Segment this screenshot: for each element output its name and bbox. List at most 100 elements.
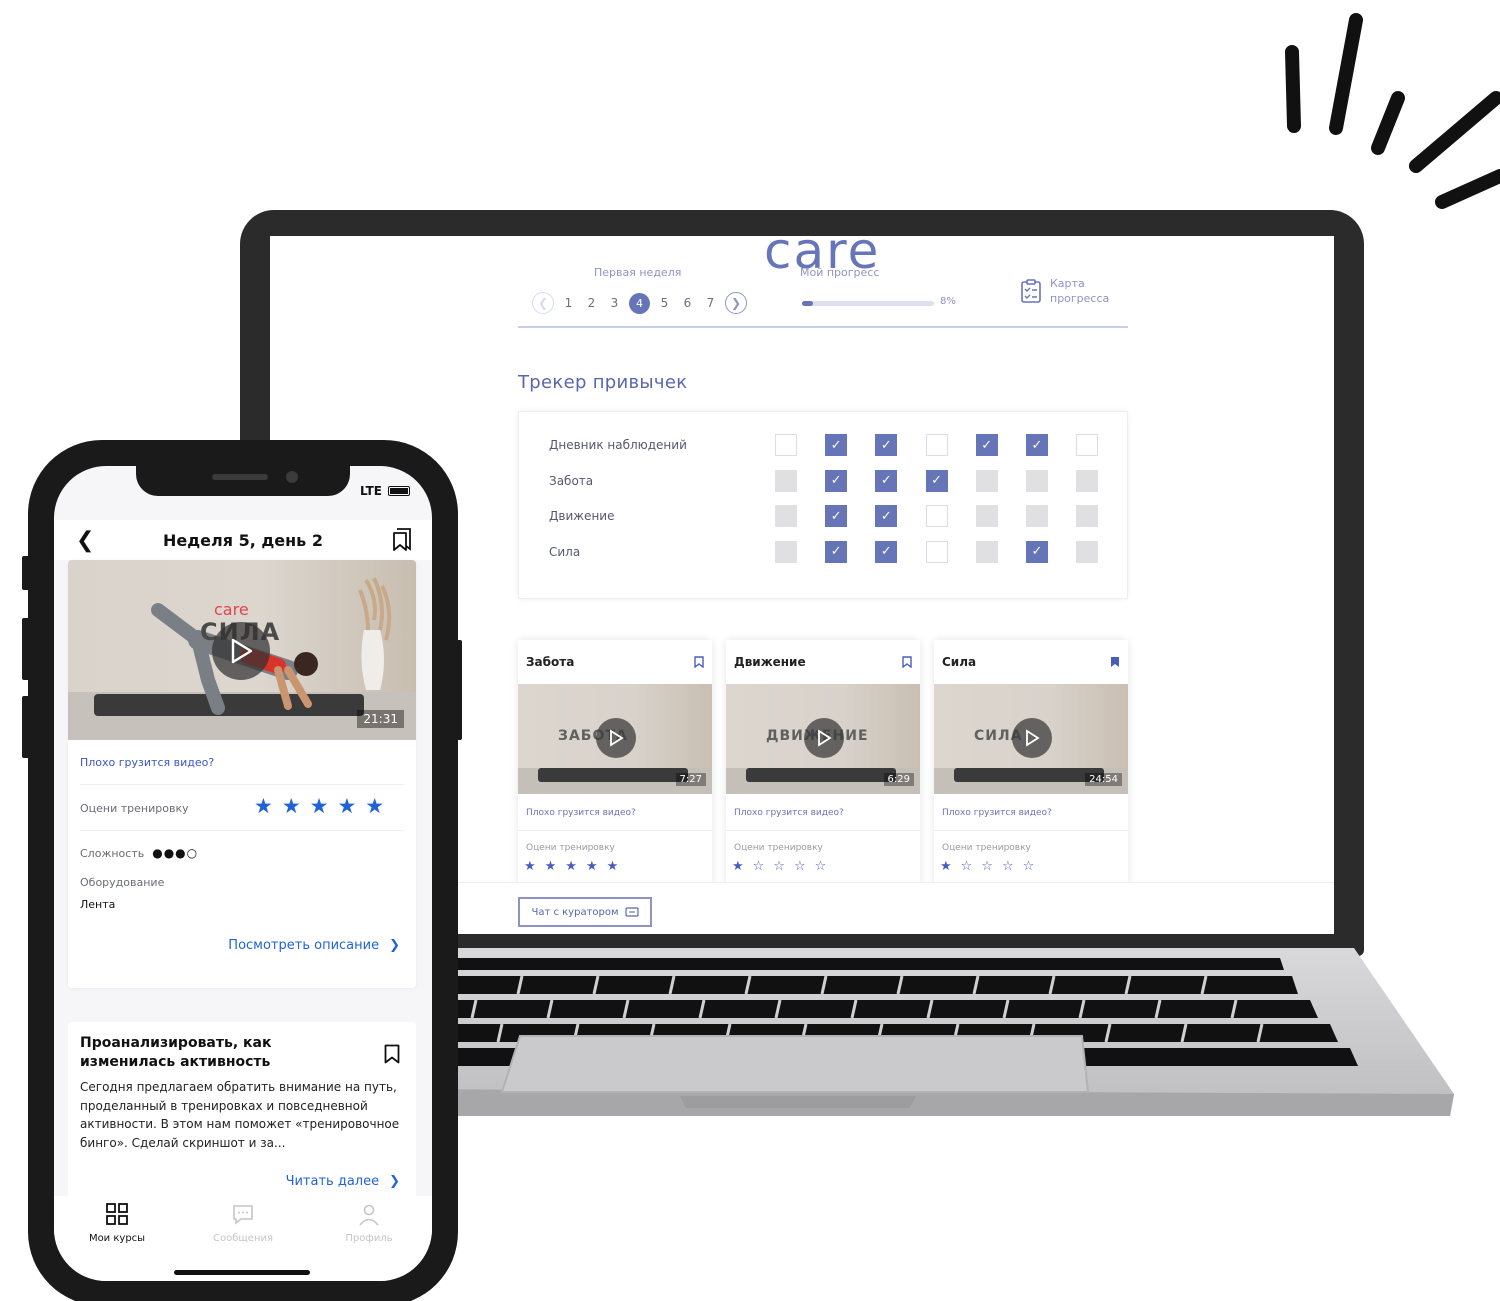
play-icon[interactable] — [596, 718, 636, 758]
bad-video-link[interactable]: Плохо грузится видео? — [80, 756, 214, 769]
card-video[interactable]: ЗАБОТА 7:27 — [518, 684, 712, 794]
habit-checkbox[interactable] — [1076, 505, 1099, 527]
habit-checkbox-checked[interactable]: ✓ — [825, 505, 848, 527]
habit-checkbox[interactable] — [925, 540, 948, 563]
bad-video-link[interactable]: Плохо грузится видео? — [518, 794, 712, 831]
habit-checkbox-checked[interactable]: ✓ — [875, 540, 898, 563]
phone-screen: LTE ❮ Неделя 5, день 2 care 21:31 Плохо … — [54, 466, 432, 1281]
divider — [80, 784, 404, 785]
tab-label: Сообщения — [212, 1233, 273, 1244]
habit-checkbox-checked[interactable]: ✓ — [825, 469, 848, 492]
habit-checkbox[interactable] — [775, 505, 797, 527]
bookmark-icon[interactable] — [694, 656, 704, 668]
habit-checkbox[interactable] — [975, 505, 998, 527]
play-icon[interactable] — [212, 622, 270, 680]
rating-stars[interactable]: ★★★★★ — [254, 794, 393, 818]
tab-label: Мои курсы — [88, 1233, 146, 1244]
habit-checkbox[interactable] — [925, 505, 948, 527]
difficulty: Сложность ●●●○ — [80, 846, 198, 860]
week-day-selector: ❮ 1234567 ❯ — [532, 292, 747, 314]
day-7[interactable]: 7 — [702, 292, 719, 314]
habit-checkbox[interactable] — [925, 434, 948, 456]
habit-checkbox-checked[interactable]: ✓ — [975, 434, 998, 456]
day-5[interactable]: 5 — [656, 292, 673, 314]
tab-person[interactable]: Профиль — [314, 1202, 424, 1281]
bad-video-link[interactable]: Плохо грузится видео? — [726, 794, 920, 831]
equipment-label: Оборудование — [80, 876, 165, 889]
habit-name: Дневник наблюдений — [549, 438, 687, 452]
card-video[interactable]: ДВИЖЕНИЕ6:29 — [726, 684, 920, 794]
bad-video-link[interactable]: Плохо грузится видео? — [934, 794, 1128, 831]
day-4[interactable]: 4 — [629, 292, 650, 314]
workout-card: care СИЛА 21:31 Плохо грузится видео? Оц… — [68, 560, 416, 988]
bookmark-icon[interactable] — [384, 1044, 400, 1064]
tab-bar: Мои курсы Сообщения Профиль — [54, 1196, 432, 1281]
habit-checkbox[interactable] — [1025, 505, 1048, 527]
chat-icon — [624, 906, 639, 917]
habit-checkbox-checked[interactable]: ✓ — [875, 505, 898, 527]
habit-name: Забота — [549, 473, 594, 488]
habit-checkbox-checked[interactable]: ✓ — [825, 434, 848, 456]
progress-map-link[interactable]: Карта прогресса — [1020, 276, 1120, 306]
workout-video[interactable]: care СИЛА 21:31 — [68, 560, 416, 740]
read-more-link[interactable]: Читать далее ❯ — [286, 1174, 400, 1189]
home-indicator — [174, 1270, 310, 1275]
rating-stars[interactable]: ★☆☆☆☆ — [726, 859, 920, 874]
habit-checkbox[interactable] — [975, 540, 998, 563]
habit-checkbox-checked[interactable]: ✓ — [1025, 434, 1048, 456]
card-title: Движение — [734, 655, 806, 669]
habit-name: Движение — [549, 509, 615, 523]
tab-grid[interactable]: Мои курсы — [62, 1202, 172, 1281]
page-title: Неделя 5, день 2 — [162, 530, 323, 550]
view-description-label: Посмотреть описание — [228, 938, 380, 953]
habit-checkbox-checked[interactable]: ✓ — [875, 434, 898, 456]
divider — [80, 830, 404, 831]
day-3[interactable]: 3 — [606, 292, 623, 314]
chat-button-label: Чат с куратором — [531, 906, 619, 918]
habit-checkbox[interactable] — [775, 540, 797, 563]
phone-header: ❮ Неделя 5, день 2 — [54, 520, 432, 560]
play-icon[interactable] — [1012, 718, 1052, 758]
progress-bar-fill — [802, 301, 813, 306]
rating-stars[interactable]: ★☆☆☆☆ — [934, 859, 1128, 874]
play-icon[interactable] — [804, 718, 844, 758]
chat-with-curator-button[interactable]: Чат с куратором — [518, 897, 652, 927]
day-6[interactable]: 6 — [679, 292, 696, 314]
bookmark-icon[interactable] — [1110, 656, 1120, 668]
habit-checkbox[interactable] — [775, 469, 797, 492]
video-duration: 6:29 — [883, 773, 914, 786]
habit-checkbox[interactable] — [1076, 469, 1099, 492]
habit-checkbox[interactable] — [1025, 469, 1048, 492]
habit-checkbox-checked[interactable]: ✓ — [925, 469, 948, 492]
day-1[interactable]: 1 — [560, 292, 577, 314]
chat-bubble-icon — [231, 1202, 255, 1229]
habit-checkbox-checked[interactable]: ✓ — [1025, 540, 1048, 563]
habit-checkbox[interactable] — [975, 469, 998, 492]
habit-checkbox-checked[interactable]: ✓ — [825, 540, 848, 563]
habit-checkbox[interactable] — [1076, 434, 1099, 456]
chevron-right-icon[interactable]: ❯ — [725, 292, 747, 314]
habit-checkbox[interactable] — [1076, 540, 1099, 563]
rate-workout-label: Оцени тренировку — [942, 843, 1031, 853]
bookmark-icon[interactable] — [902, 656, 912, 668]
task-card: Проанализировать, как изменилась активно… — [68, 1022, 416, 1212]
person-icon — [357, 1202, 381, 1229]
rating-stars[interactable]: ★★★★★ — [518, 859, 712, 874]
bookmarks-icon[interactable] — [392, 528, 412, 552]
video-mat — [954, 768, 1104, 782]
view-description-link[interactable]: Посмотреть описание ❯ — [228, 938, 400, 953]
rate-workout-label: Оцени тренировку — [734, 843, 823, 853]
day-2[interactable]: 2 — [583, 292, 600, 314]
chevron-left-icon[interactable]: ❮ — [76, 528, 94, 553]
habit-checkbox[interactable] — [775, 434, 797, 456]
workout-card: Сила СИЛА 24:54 Плохо грузится видео? Оцени … — [934, 640, 1128, 900]
difficulty-label: Сложность — [80, 846, 145, 860]
progress-label: Мой прогресс — [800, 266, 880, 279]
habit-checkbox-checked[interactable]: ✓ — [875, 469, 898, 492]
card-video[interactable]: СИЛА 24:54 — [934, 684, 1128, 794]
rate-workout-label: Оцени тренировку — [80, 802, 189, 815]
chevron-left-icon[interactable]: ❮ — [532, 292, 554, 314]
card-header: Движение — [726, 640, 920, 684]
habit-tracker: Дневник наблюдений ✓ ✓ ✓ ✓ Забота ✓ ✓ ✓ Движение ✓… — [518, 411, 1128, 599]
phone-speaker — [212, 474, 268, 480]
